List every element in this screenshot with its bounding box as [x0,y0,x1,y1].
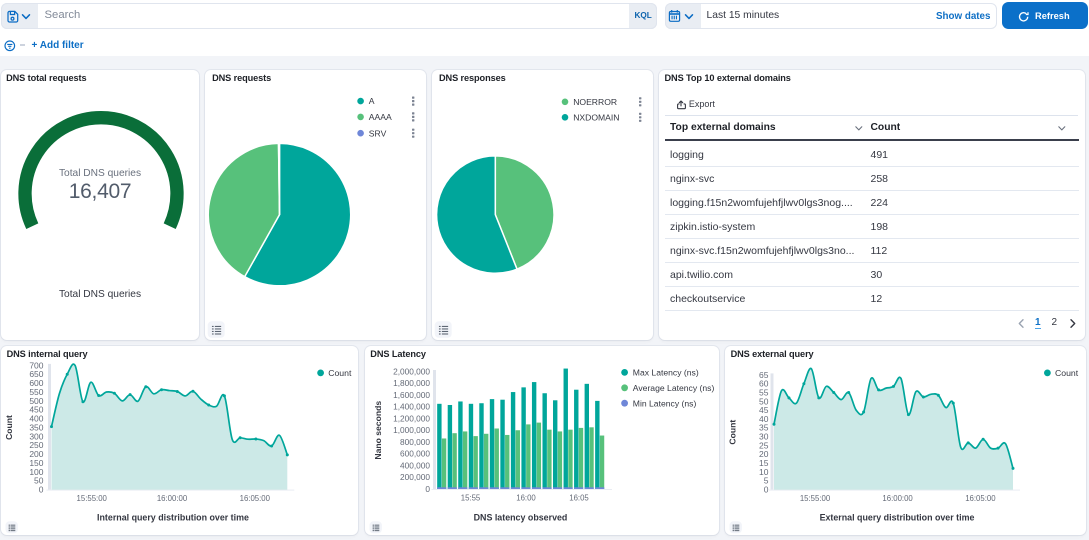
svg-text:0: 0 [425,483,430,493]
svg-text:500: 500 [29,395,43,405]
svg-text:15:55: 15:55 [460,493,480,502]
svg-text:30: 30 [759,431,769,441]
svg-text:10: 10 [759,466,769,476]
svg-text:16:05: 16:05 [569,493,589,502]
svg-text:0: 0 [764,484,769,494]
svg-text:16:00: 16:00 [516,493,536,502]
svg-text:20: 20 [759,449,769,459]
svg-text:SRV: SRV [369,128,387,138]
svg-text:16:05:00: 16:05:00 [240,493,271,502]
svg-text:35: 35 [759,422,769,432]
svg-text:DNS latency observed: DNS latency observed [473,512,567,522]
svg-text:50: 50 [759,396,769,406]
svg-text:40: 40 [759,413,769,423]
svg-text:800,000: 800,000 [400,436,430,446]
svg-text:Max Latency (ns): Max Latency (ns) [632,367,698,377]
svg-text:External query distribution ov: External query distribution over time [820,512,975,522]
svg-text:350: 350 [29,422,43,432]
svg-text:15: 15 [759,458,769,468]
svg-text:NOERROR: NOERROR [573,96,617,106]
svg-text:250: 250 [29,440,43,450]
svg-text:200,000: 200,000 [400,472,430,482]
svg-text:600: 600 [29,378,43,388]
svg-text:1,400,000: 1,400,000 [393,401,430,411]
svg-text:Count: Count [328,368,352,378]
svg-text:650: 650 [29,369,43,379]
svg-text:16:00:00: 16:00:00 [882,493,913,502]
svg-text:15:55:00: 15:55:00 [800,493,831,502]
svg-text:2,000,000: 2,000,000 [393,366,430,376]
svg-text:5: 5 [764,475,769,485]
svg-text:100: 100 [29,466,43,476]
svg-text:60: 60 [759,378,769,388]
svg-text:150: 150 [29,457,43,467]
svg-text:50: 50 [34,475,44,485]
svg-text:Count: Count [728,419,738,444]
svg-text:600,000: 600,000 [400,448,430,458]
svg-text:1,600,000: 1,600,000 [393,389,430,399]
svg-text:NXDOMAIN: NXDOMAIN [573,112,619,122]
svg-text:Nano seconds: Nano seconds [373,400,383,459]
svg-text:400,000: 400,000 [400,460,430,470]
svg-text:Internal query distribution ov: Internal query distribution over time [97,512,249,522]
svg-text:16:00:00: 16:00:00 [157,493,188,502]
svg-text:AAAA: AAAA [369,112,392,122]
svg-text:Min Latency (ns): Min Latency (ns) [632,398,696,408]
svg-text:1,800,000: 1,800,000 [393,378,430,388]
svg-text:A: A [369,96,375,106]
svg-text:300: 300 [29,431,43,441]
svg-text:400: 400 [29,413,43,423]
svg-text:65: 65 [759,369,769,379]
svg-text:Count: Count [1055,368,1079,378]
svg-text:Count: Count [4,414,14,439]
svg-text:45: 45 [759,405,769,415]
svg-text:55: 55 [759,387,769,397]
svg-text:16:05:00: 16:05:00 [965,493,996,502]
svg-text:25: 25 [759,440,769,450]
svg-text:15:55:00: 15:55:00 [77,493,108,502]
svg-text:200: 200 [29,449,43,459]
svg-text:450: 450 [29,404,43,414]
svg-text:700: 700 [29,360,43,370]
svg-text:1,000,000: 1,000,000 [393,425,430,435]
svg-text:550: 550 [29,386,43,396]
svg-text:1,200,000: 1,200,000 [393,413,430,423]
svg-text:Average Latency (ns): Average Latency (ns) [632,382,714,392]
svg-text:0: 0 [39,484,44,494]
